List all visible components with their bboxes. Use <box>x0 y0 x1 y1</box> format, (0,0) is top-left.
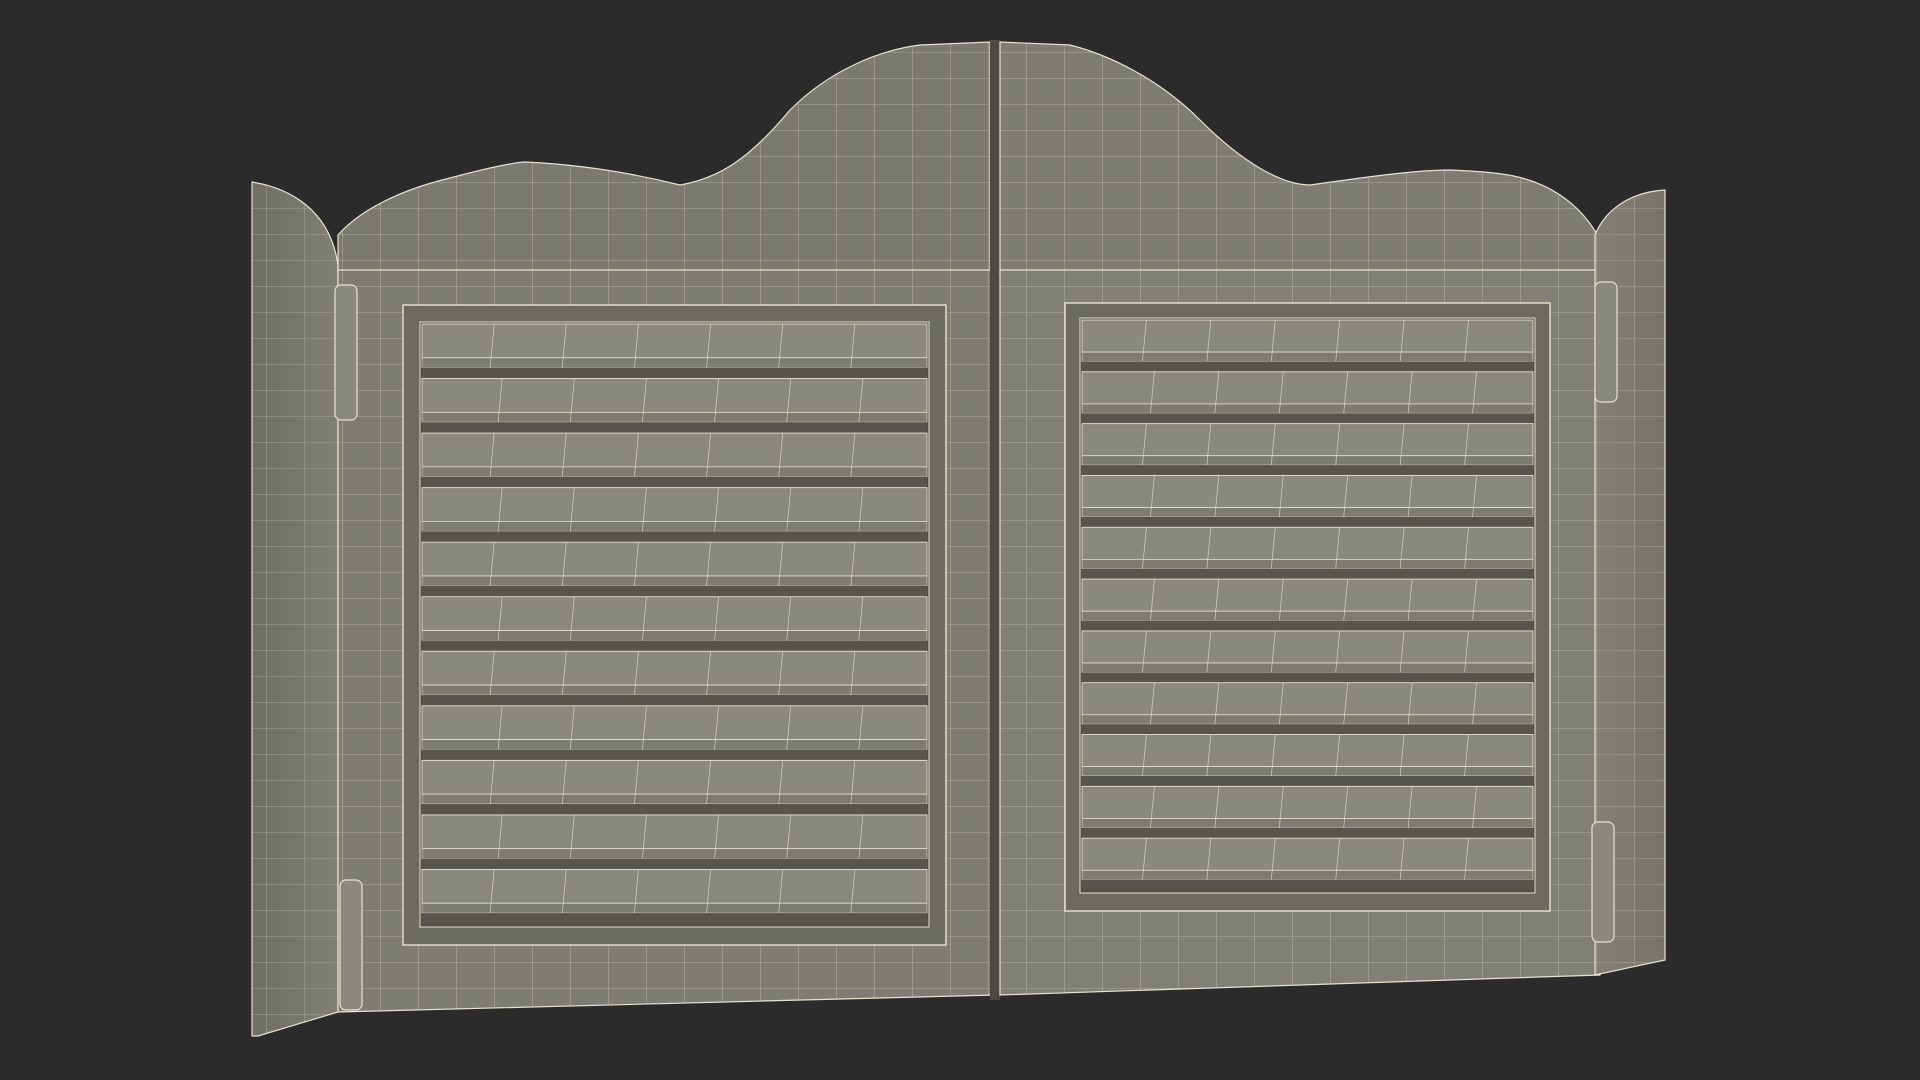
left-louver-slat-edge <box>421 848 928 859</box>
left-louver-slat-shadow <box>422 476 927 488</box>
left-bottom-hinge-icon <box>339 879 363 1011</box>
left-louver-slat <box>421 323 928 359</box>
left-door-crown-grid <box>338 42 990 275</box>
saloon-doors-scene <box>0 0 1920 1080</box>
left-louver-slat-shadow <box>422 531 927 543</box>
right-louver-slat <box>1081 475 1534 509</box>
left-louver-slat <box>421 869 928 904</box>
saloon-doors-render <box>251 40 1666 1037</box>
right-louver-slat-edge <box>1081 714 1534 725</box>
right-top-hinge-icon <box>1594 281 1618 403</box>
right-louver-slat <box>1081 837 1534 871</box>
right-louver-slat-shadow <box>1082 827 1533 839</box>
right-louver-slat <box>1081 526 1534 560</box>
right-louver-slat <box>1081 319 1534 353</box>
right-louver-slat-shadow <box>1082 672 1533 683</box>
left-louver-slat <box>421 487 928 522</box>
door-seam <box>990 40 1000 1000</box>
left-louver-slat-shadow <box>422 640 927 652</box>
left-door-outer-post-grid <box>252 182 338 1036</box>
left-louver-slat-edge <box>421 521 928 532</box>
left-louver-slat <box>421 378 928 413</box>
right-louver-slat <box>1081 682 1534 716</box>
left-louver-slat <box>421 814 928 850</box>
left-louver-slat-shadow <box>422 367 927 379</box>
left-louver-slat <box>421 759 928 795</box>
left-louver-slat-shadow <box>422 585 927 597</box>
right-louver-slat <box>1081 630 1534 664</box>
left-louver-slat <box>421 596 928 631</box>
right-louver-slat-shadow <box>1082 776 1533 787</box>
left-louver-slat-edge <box>421 412 928 423</box>
left-louver-slat <box>421 541 928 577</box>
right-louver-slat-shadow <box>1082 568 1533 580</box>
right-door <box>999 41 1666 996</box>
right-louver-slat <box>1081 578 1534 612</box>
left-louver-slat-shadow <box>422 422 927 434</box>
left-door <box>251 41 996 1037</box>
left-top-hinge-icon <box>334 284 358 421</box>
left-louver-slat-shadow <box>422 858 927 870</box>
right-louver-slat-shadow <box>1082 465 1533 476</box>
left-louver-slat <box>421 705 928 741</box>
right-louver-slat-shadow <box>1082 516 1533 528</box>
right-door-crown-grid <box>1000 42 1600 275</box>
left-louver-slats <box>421 323 928 924</box>
right-louver-slat <box>1081 371 1534 405</box>
right-louver-slat <box>1081 423 1534 457</box>
right-louver-slat <box>1081 734 1534 768</box>
right-louver-slat-shadow <box>1082 620 1533 631</box>
left-louver-slat <box>421 650 928 686</box>
right-louver-slats <box>1081 319 1534 890</box>
right-louver-slat-shadow <box>1082 413 1533 424</box>
right-bottom-hinge-icon <box>1591 821 1615 943</box>
right-louver-slat-shadow <box>1082 361 1533 372</box>
left-louver-slat <box>421 432 928 468</box>
right-louver-slat-edge <box>1081 610 1534 621</box>
left-louver-slat-edge <box>421 739 928 750</box>
left-louver-slat-shadow <box>422 804 927 815</box>
right-louver-slat-edge <box>1081 403 1534 414</box>
left-louver-slat-shadow <box>422 694 927 706</box>
right-louver-slat-edge <box>1081 507 1534 518</box>
right-louver-slat <box>1081 785 1534 819</box>
left-louver-slat-shadow <box>422 749 927 761</box>
left-louver-slat-edge <box>421 630 928 641</box>
left-louver-slat-shadow <box>422 913 927 924</box>
right-louver-slat-shadow <box>1082 724 1533 735</box>
right-louver-slat-shadow <box>1082 879 1533 890</box>
right-louver-slat-edge <box>1081 818 1534 829</box>
